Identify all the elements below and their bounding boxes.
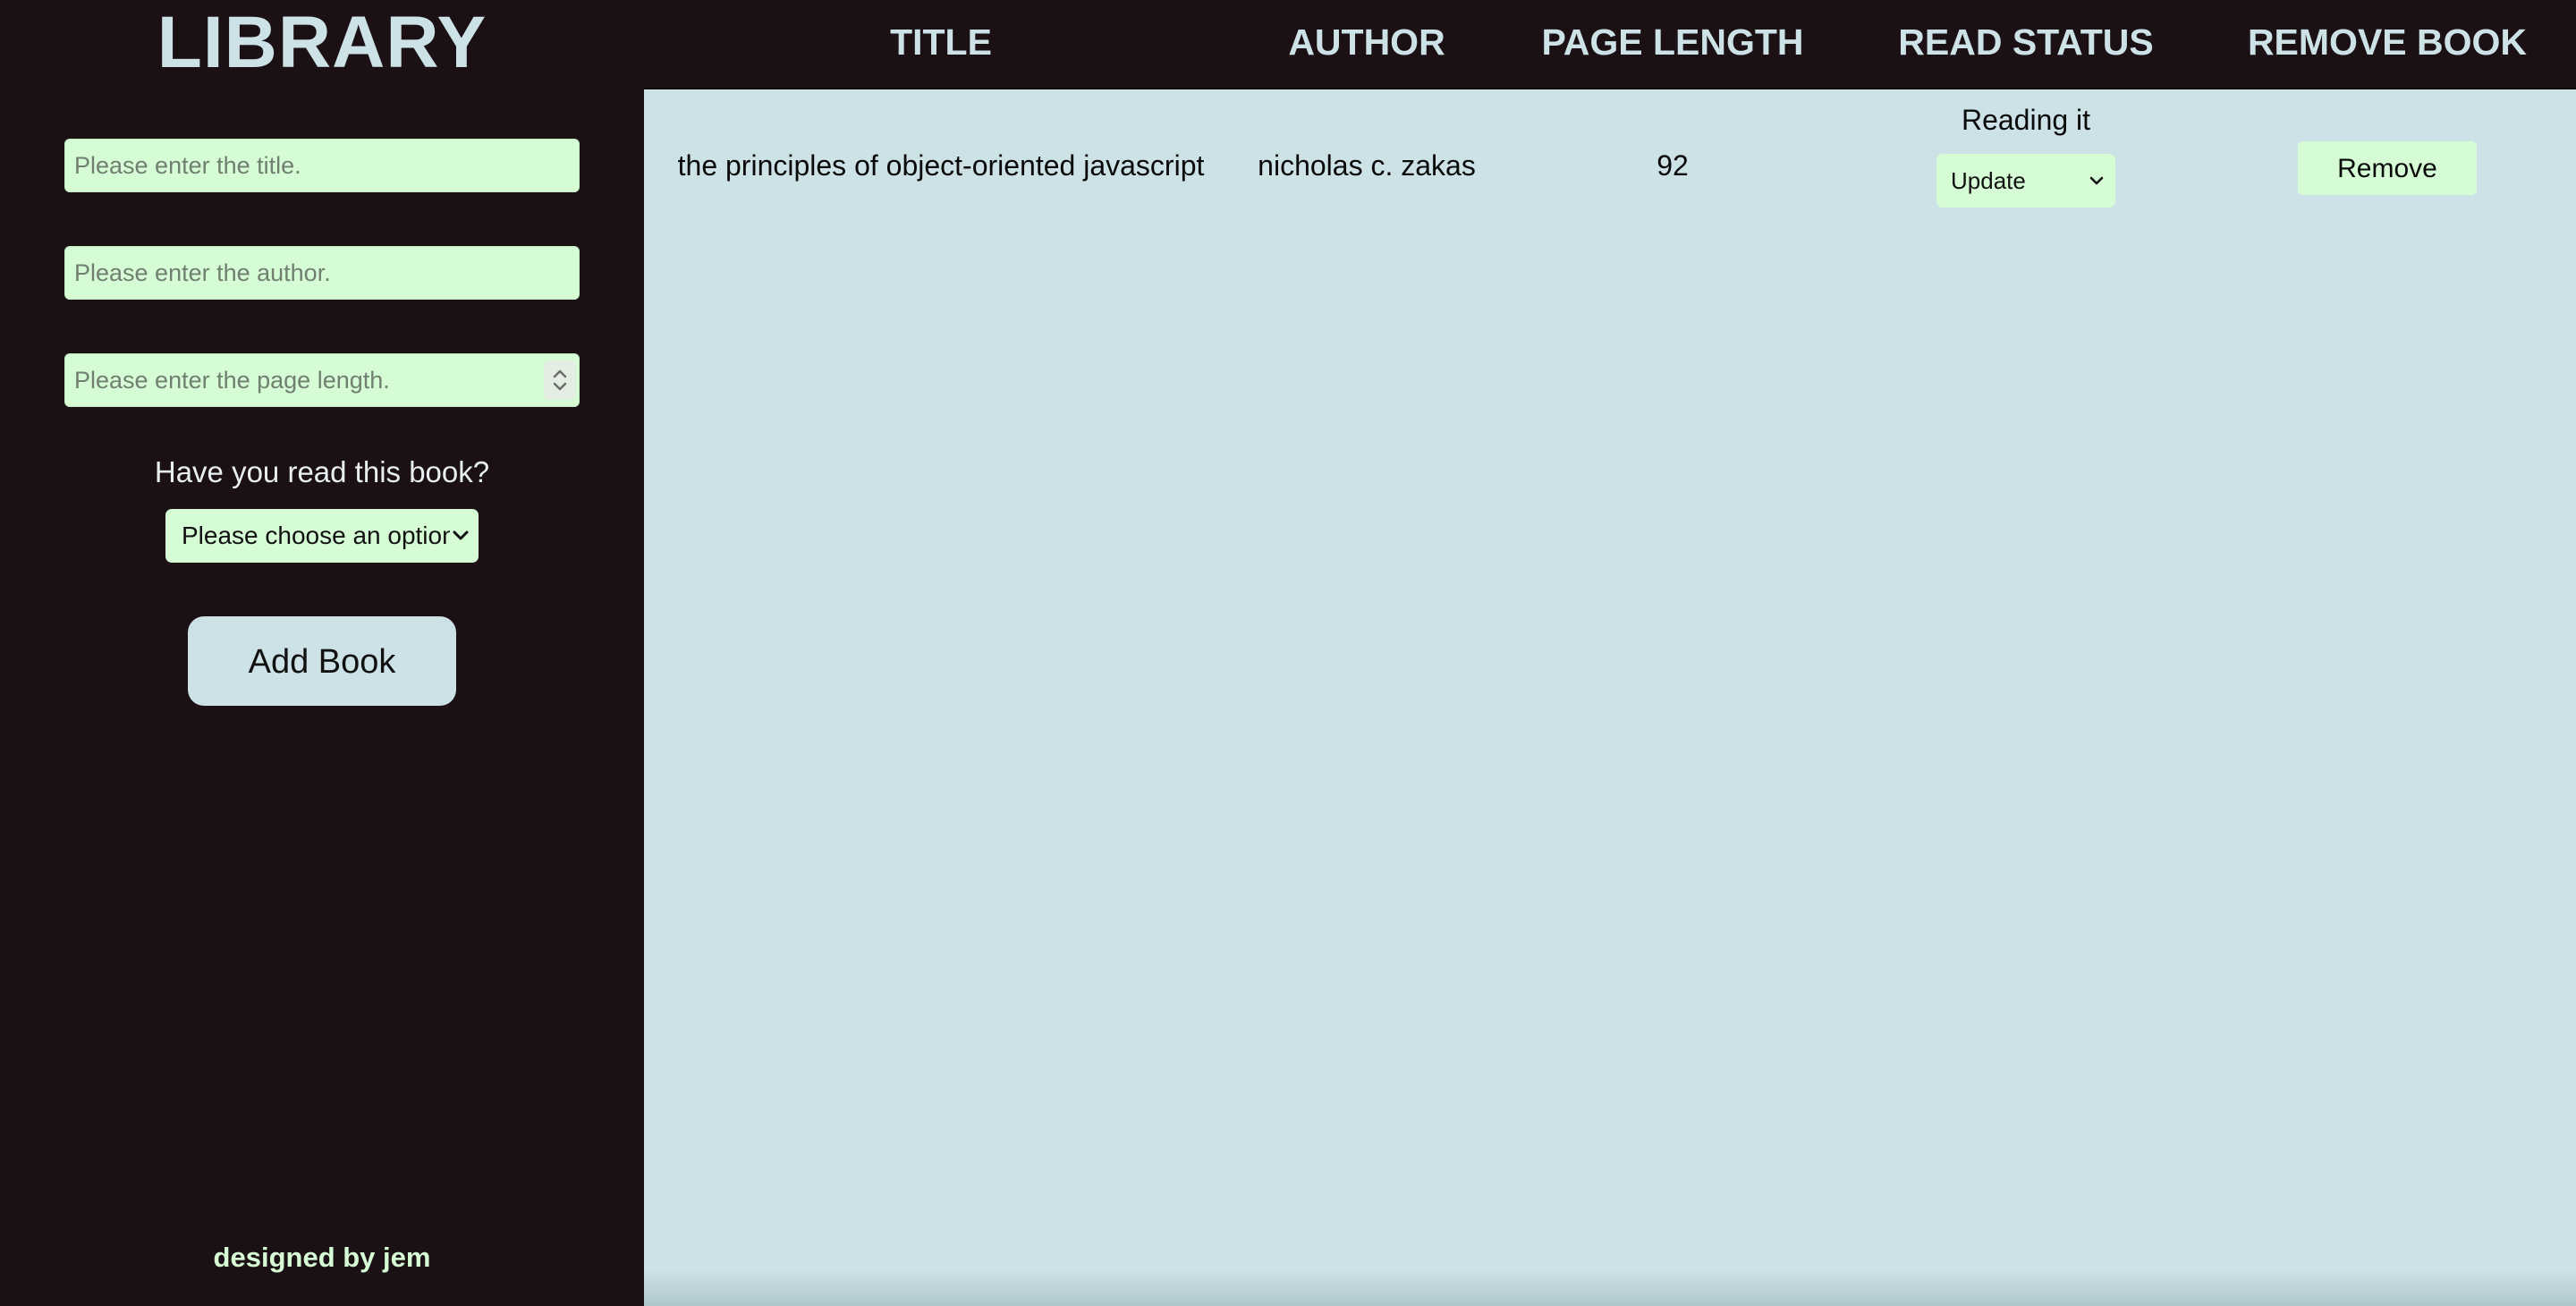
update-status-select-value: Update (1951, 167, 2026, 194)
title-input[interactable] (64, 139, 580, 192)
add-book-button[interactable]: Add Book (188, 616, 456, 706)
header-read-status: READ STATUS (1898, 21, 2154, 63)
read-question-label: Have you read this book? (154, 455, 490, 488)
header-page-length: PAGE LENGTH (1541, 21, 1804, 63)
book-read-status: Reading it (1961, 104, 2091, 136)
stepper-arrows-icon[interactable] (544, 360, 576, 400)
chevron-down-icon (452, 509, 470, 563)
book-author: nicholas c. zakas (1258, 149, 1476, 182)
header-author: AUTHOR (1288, 21, 1445, 63)
book-list: the principles of object-oriented javasc… (644, 89, 2576, 1306)
library-app: LIBRARY Have you read this book? Please … (0, 0, 2576, 1306)
designer-credit: designed by jem (213, 1242, 431, 1273)
header-remove-book: REMOVE BOOK (2247, 21, 2528, 63)
read-status-select-value: Please choose an option (182, 522, 450, 549)
bottom-shadow (644, 1270, 2576, 1306)
read-status-select[interactable]: Please choose an option (165, 509, 479, 563)
book-page-length: 92 (1657, 149, 1689, 182)
header-title: TITLE (890, 21, 992, 63)
table-header: TITLE AUTHOR PAGE LENGTH READ STATUS REM… (644, 0, 2576, 89)
library-logo: LIBRARY (157, 2, 487, 83)
page-length-input[interactable] (64, 353, 580, 407)
author-input[interactable] (64, 246, 580, 300)
update-status-select[interactable]: Update (1936, 154, 2115, 208)
remove-book-button[interactable]: Remove (2298, 141, 2477, 195)
chevron-down-icon (2089, 154, 2105, 208)
book-title: the principles of object-oriented javasc… (677, 149, 1205, 182)
sidebar: LIBRARY Have you read this book? Please … (0, 0, 644, 1306)
